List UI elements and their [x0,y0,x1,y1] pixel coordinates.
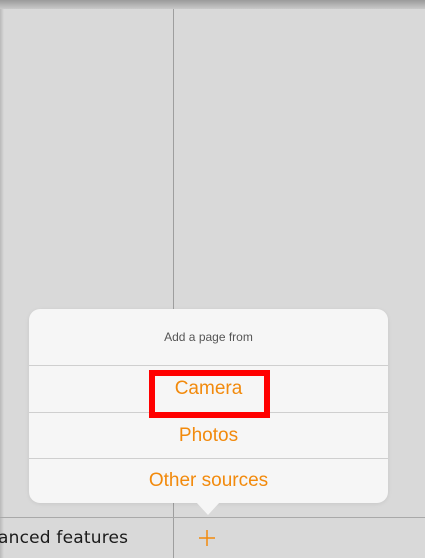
popover-title: Add a page from [164,330,253,344]
top-bar [0,0,425,9]
left-panel-edge [0,9,4,558]
add-page-button[interactable] [194,523,220,553]
camera-option[interactable]: Camera [29,366,388,412]
add-page-popover: Add a page from Camera Photos Other sour… [29,309,388,503]
popover-arrow [196,502,220,515]
other-sources-option[interactable]: Other sources [29,459,388,503]
plus-icon [199,530,215,546]
bottom-toolbar-border [0,517,425,518]
advanced-features-label[interactable]: anced features [0,528,172,548]
photos-option[interactable]: Photos [29,413,388,459]
